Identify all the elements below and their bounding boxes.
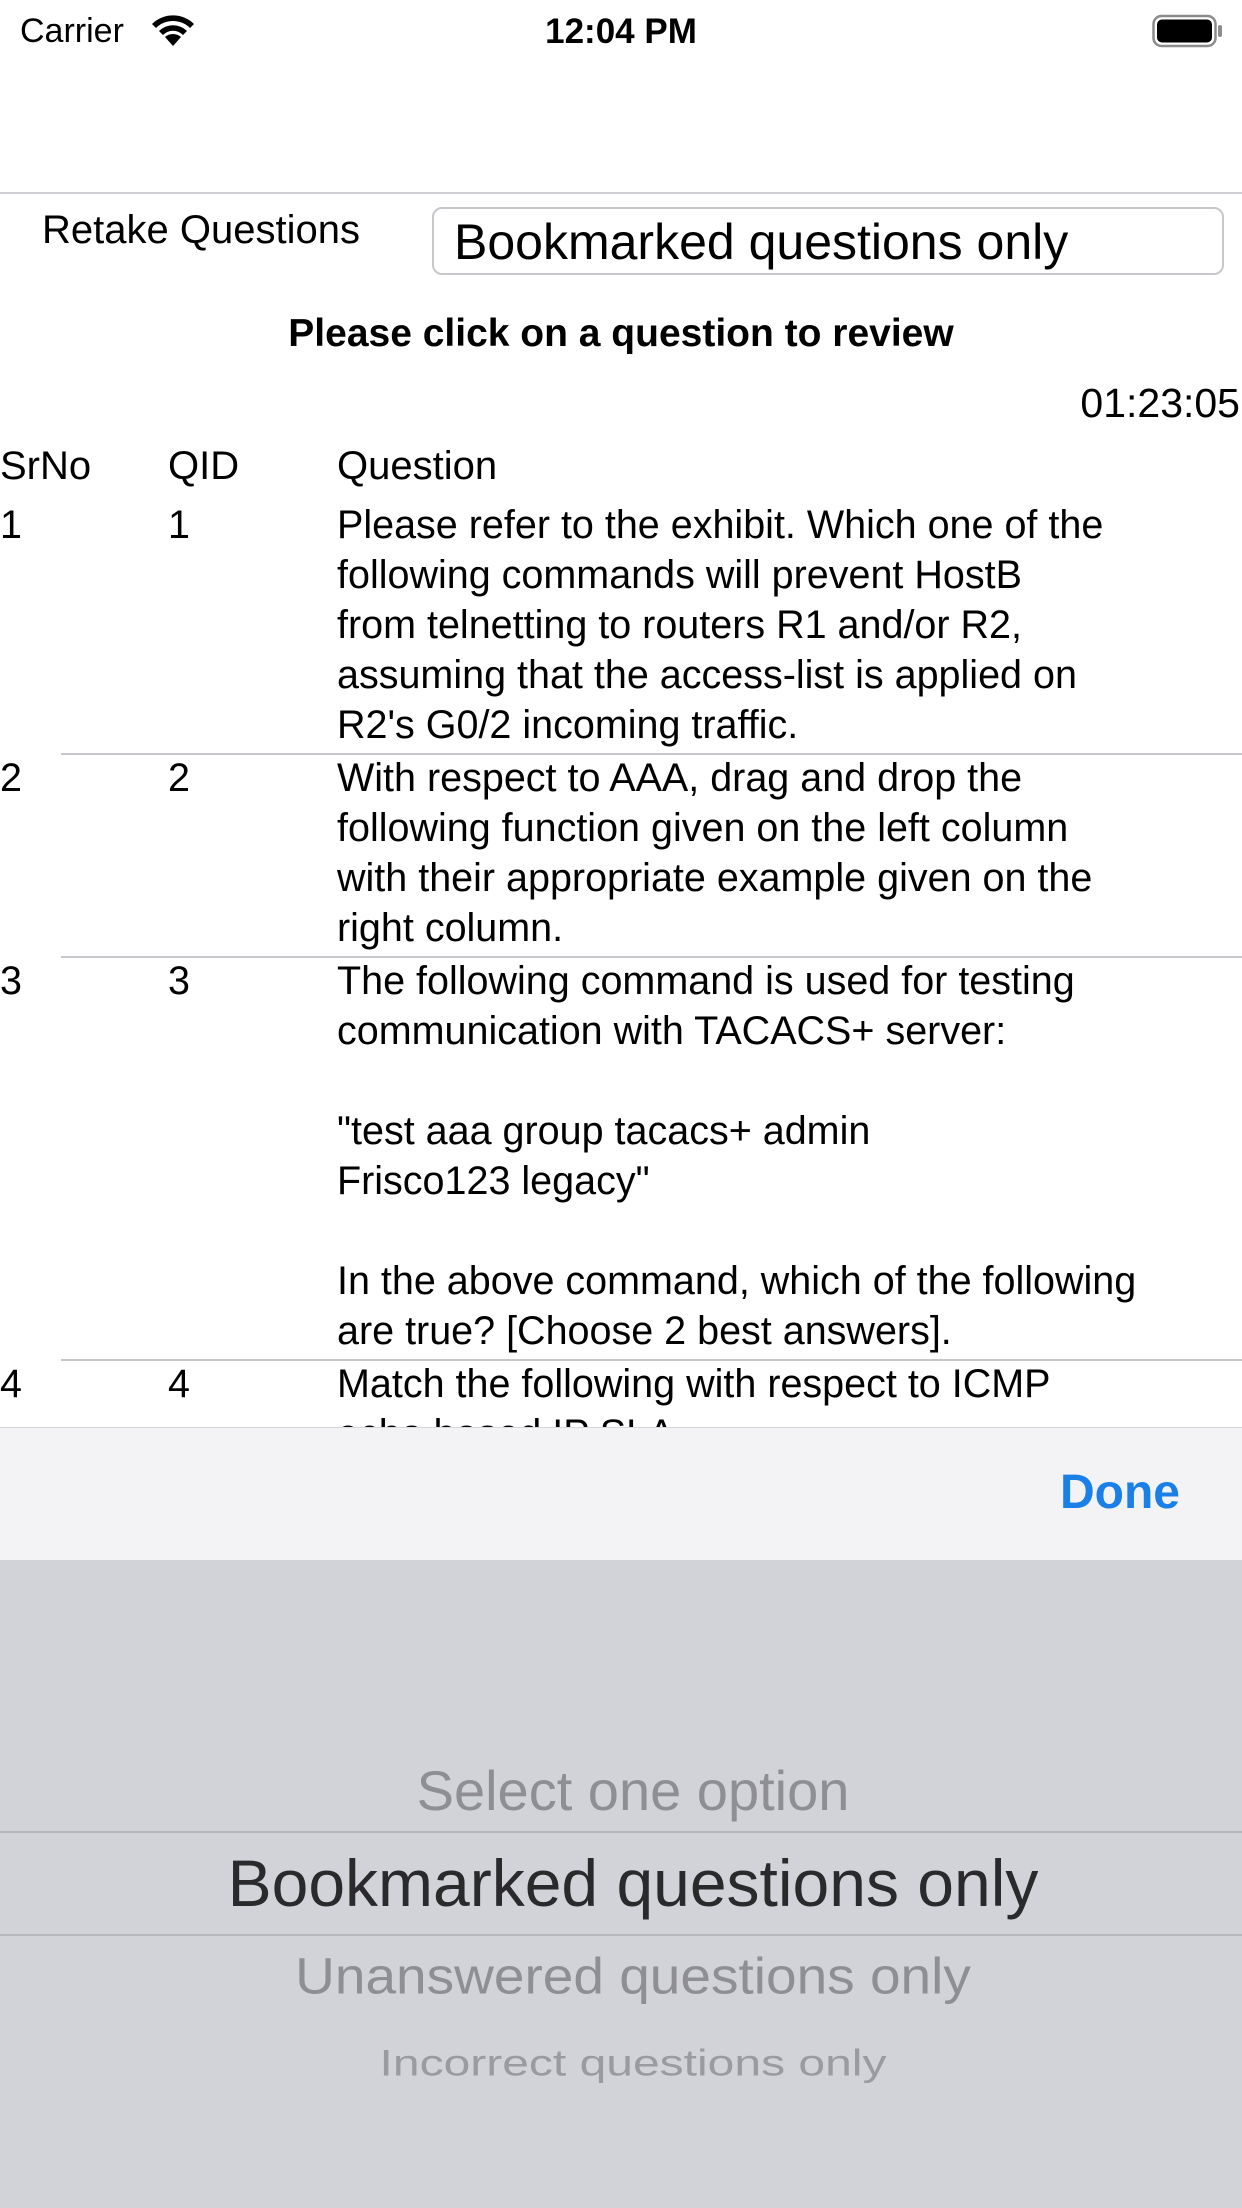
- picker-option[interactable]: Select one option: [0, 1758, 1242, 1823]
- picker-option[interactable]: Incorrect questions only: [0, 2042, 1242, 2085]
- column-header-question: Question: [337, 444, 498, 488]
- row-qid: 3: [168, 959, 190, 1003]
- status-time: 12:04 PM: [545, 12, 697, 51]
- retake-questions-label: Retake Questions: [42, 208, 360, 252]
- row-qid: 1: [168, 503, 190, 547]
- row-srno: 2: [0, 756, 22, 800]
- row-srno: 3: [0, 959, 22, 1003]
- row-question: The following command is used for testin…: [337, 959, 1137, 1353]
- row-question: With respect to AAA, drag and drop the f…: [337, 756, 1093, 950]
- row-qid: 4: [168, 1362, 190, 1406]
- row-question: Match the following with respect to ICMP…: [337, 1362, 1051, 1427]
- timer-label: 01:23:05: [1080, 380, 1240, 426]
- row-srno: 1: [0, 503, 22, 547]
- option-picker[interactable]: Select one option Bookmarked questions o…: [0, 1560, 1242, 2208]
- picker-toolbar: Done: [0, 1427, 1242, 1560]
- instruction-text: Please click on a question to review: [288, 312, 954, 355]
- row-srno: 4: [0, 1362, 22, 1406]
- navbar-divider: [0, 192, 1242, 194]
- column-header-qid: QID: [168, 444, 240, 488]
- status-bar: Carrier 12:04 PM: [0, 0, 1242, 62]
- done-button[interactable]: Done: [1060, 1465, 1180, 1520]
- question-list[interactable]: 1 1 Please refer to the exhibit. Which o…: [0, 500, 1242, 1427]
- picker-option[interactable]: Unanswered questions only: [0, 1947, 1242, 2006]
- battery-icon: [1152, 14, 1222, 48]
- picker-option-selected[interactable]: Bookmarked questions only: [0, 1845, 1242, 1921]
- column-header-srno: SrNo: [0, 444, 92, 488]
- picker-selection-line-bottom: [0, 1934, 1242, 1936]
- row-qid: 2: [168, 756, 190, 800]
- picker-selection-line-top: [0, 1831, 1242, 1833]
- row-question: Please refer to the exhibit. Which one o…: [337, 503, 1104, 747]
- retake-filter-field[interactable]: Bookmarked questions only: [432, 207, 1224, 275]
